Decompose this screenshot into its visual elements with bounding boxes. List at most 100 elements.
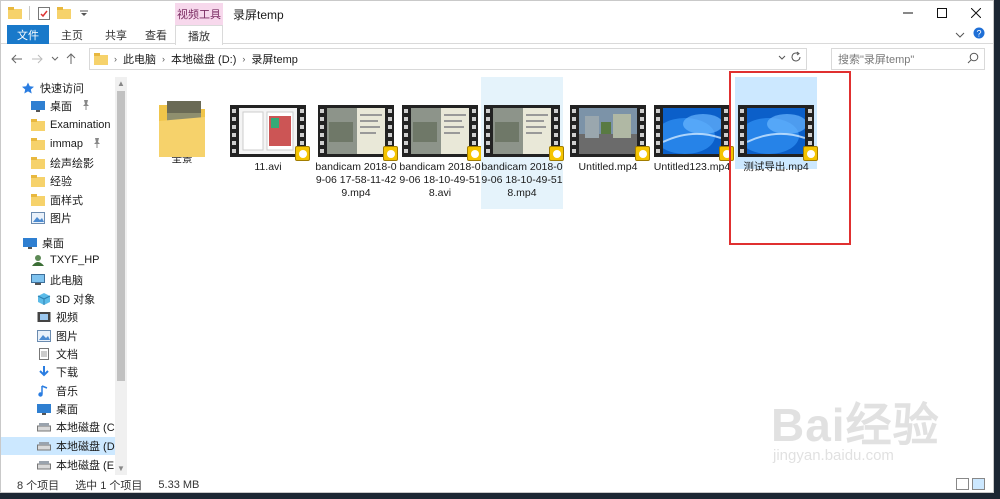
sidebar-item-8[interactable]: 桌面 (23, 234, 64, 252)
documents-icon (37, 348, 51, 360)
scroll-up-arrow[interactable]: ▲ (117, 79, 125, 88)
up-arrow-icon[interactable] (63, 51, 79, 67)
3d-objects-icon (37, 293, 51, 305)
video-file-item[interactable]: 11.avi (227, 81, 310, 174)
sidebar-item-4[interactable]: 绘声绘影 (31, 154, 94, 172)
customize-toolbar-icon[interactable] (76, 5, 92, 21)
minimize-button[interactable] (891, 1, 925, 25)
sidebar-item-2[interactable]: Examination (31, 116, 124, 134)
scroll-down-arrow[interactable]: ▼ (117, 464, 125, 473)
desktop-icon (31, 100, 45, 112)
user-icon (31, 254, 45, 266)
sidebar-item-17[interactable]: 桌面 (37, 400, 78, 418)
forward-arrow-icon[interactable] (29, 51, 45, 67)
sidebar-item-1[interactable]: 桌面 (31, 97, 89, 115)
sidebar-item-label: 绘声绘影 (50, 158, 94, 170)
file-name: Untitled.mp4 (578, 161, 638, 173)
sidebar-item-10[interactable]: 此电脑 (31, 271, 83, 289)
sidebar-item-label: Examination (50, 119, 111, 131)
sidebar-item-15[interactable]: 下载 (37, 363, 78, 381)
sidebar-item-label: 文档 (56, 349, 78, 361)
sidebar-item-6[interactable]: 面样式 (31, 191, 83, 209)
address-dropdown-icon[interactable] (778, 53, 786, 63)
video-file-item[interactable]: bandicam 2018-09-06 18-10-49-518.avi (399, 81, 482, 200)
video-file-item[interactable]: Untitled123.mp4 (651, 81, 734, 174)
folder-icon (31, 194, 45, 206)
search-icon[interactable] (967, 52, 979, 67)
sidebar-item-12[interactable]: 视频 (37, 308, 78, 326)
breadcrumb-current-folder[interactable]: 录屏temp (251, 51, 297, 67)
sidebar-item-9[interactable]: TXYF_HP (31, 251, 100, 269)
sidebar-item-label: 图片 (50, 213, 72, 225)
sidebar-item-16[interactable]: 音乐 (37, 382, 78, 400)
sidebar-item-7[interactable]: 图片 (31, 209, 72, 227)
navigation-row: › 此电脑 › 本地磁盘 (D:) › 录屏temp 搜索"录屏temp" (1, 45, 993, 73)
maximize-button[interactable] (925, 1, 959, 25)
search-box[interactable]: 搜索"录屏temp" (831, 48, 985, 70)
tab-play[interactable]: 播放 (175, 25, 223, 45)
quick-access-toolbar (7, 5, 92, 21)
new-folder-icon[interactable] (56, 5, 72, 21)
desktop-icon (23, 237, 37, 249)
folder-item[interactable]: 全景 (141, 81, 223, 166)
item-count: 8 个项目 (17, 479, 60, 492)
breadcrumb-separator: › (114, 54, 117, 64)
folder-icon (31, 157, 45, 169)
details-view-icon[interactable] (956, 478, 969, 490)
sidebar-item-14[interactable]: 文档 (37, 345, 78, 363)
tab-view[interactable]: 查看 (139, 25, 173, 44)
drive-icon (37, 440, 51, 452)
video-tools-context-label: 视频工具 (175, 3, 223, 25)
pin-icon (82, 100, 90, 112)
tab-file[interactable]: 文件 (7, 25, 49, 44)
sidebar-item-label: 经验 (50, 176, 72, 188)
explorer-window: 视频工具 录屏temp 文件 主页 共享 查看 播放 ? › 此电脑 › 本地磁… (0, 0, 994, 493)
drive-icon (37, 421, 51, 433)
sidebar-item-label: 下载 (56, 367, 78, 379)
pin-icon (93, 138, 101, 150)
sidebar-item-19[interactable]: 本地磁盘 (D:) (1, 437, 121, 455)
sidebar-item-0[interactable]: 快速访问 (21, 79, 84, 97)
window-controls (891, 1, 993, 25)
scrollbar-thumb[interactable] (117, 91, 125, 381)
sidebar-item-18[interactable]: 本地磁盘 (C:) (37, 418, 121, 436)
video-file-item[interactable]: bandicam 2018-09-06 17-58-11-429.mp4 (315, 81, 398, 200)
help-icon[interactable]: ? (973, 27, 985, 42)
sidebar-item-label: TXYF_HP (50, 254, 100, 266)
star-icon (21, 82, 35, 94)
sidebar-item-label: immap (50, 138, 84, 150)
recent-locations-chevron-icon[interactable] (47, 51, 63, 67)
address-bar[interactable]: › 此电脑 › 本地磁盘 (D:) › 录屏temp (89, 48, 807, 70)
video-file-item[interactable]: Untitled.mp4 (567, 81, 650, 174)
sidebar-item-11[interactable]: 3D 对象 (37, 290, 95, 308)
refresh-icon[interactable] (790, 51, 802, 66)
ribbon-right-controls: ? (955, 27, 985, 42)
folder-icon[interactable] (7, 5, 23, 21)
video-thumbnail (318, 105, 398, 161)
sidebar-item-13[interactable]: 图片 (37, 327, 78, 345)
sidebar-item-20[interactable]: 本地磁盘 (E:) (37, 456, 121, 474)
back-arrow-icon[interactable] (9, 51, 25, 67)
videos-icon (37, 311, 51, 323)
folder-icon (94, 53, 108, 65)
breadcrumb-separator: › (162, 54, 165, 64)
file-name: bandicam 2018-09-06 18-10-49-518.avi (399, 161, 481, 199)
sidebar-item-3[interactable]: immap (31, 135, 101, 153)
window-title: 录屏temp (233, 8, 284, 22)
video-file-item[interactable]: bandicam 2018-09-06 18-10-49-518.mp4 (481, 77, 564, 209)
sidebar-item-5[interactable]: 经验 (31, 172, 72, 190)
tab-home[interactable]: 主页 (55, 25, 89, 44)
sidebar-item-label: 桌面 (50, 101, 72, 113)
expand-ribbon-icon[interactable] (955, 28, 965, 42)
properties-icon[interactable] (36, 5, 52, 21)
pictures-icon (31, 212, 45, 224)
tab-share[interactable]: 共享 (99, 25, 133, 44)
sidebar-item-label: 音乐 (56, 386, 78, 398)
close-button[interactable] (959, 1, 993, 25)
breadcrumb-drive-d[interactable]: 本地磁盘 (D:) (171, 51, 236, 67)
navigation-scrollbar[interactable]: ▲ ▼ (115, 77, 127, 475)
sidebar-item-label: 此电脑 (50, 275, 83, 287)
large-icons-view-icon[interactable] (972, 478, 985, 490)
breadcrumb-this-pc[interactable]: 此电脑 (123, 51, 156, 67)
sidebar-item-label: 本地磁盘 (E:) (56, 460, 121, 472)
